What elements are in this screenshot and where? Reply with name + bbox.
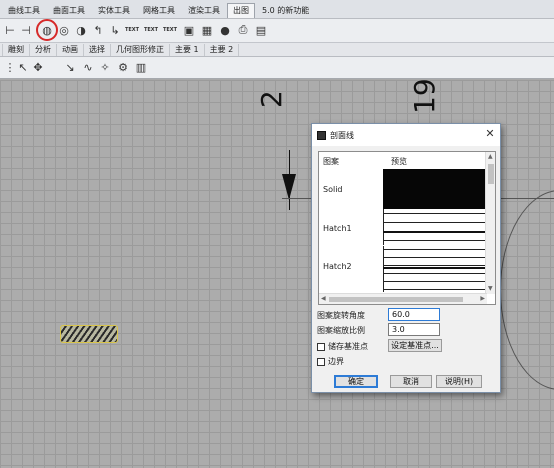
scroll-down-icon[interactable]: ▼ [488, 285, 493, 293]
hatched-rectangle[interactable] [60, 325, 118, 343]
scale-input[interactable]: 3.0 [388, 323, 440, 336]
list-item[interactable]: Hatch1 [323, 224, 352, 233]
column-header-preview: 预览 [391, 157, 407, 166]
store-base-point-row[interactable]: 储存基准点 [317, 341, 368, 352]
ribbon-tab[interactable]: 网格工具 [137, 3, 181, 18]
dimension-arrowhead [282, 174, 296, 200]
drafting-toolbar: ⊢ ⊣ ◍ ◎ ◑ ↰ ↳ TEXT TEXT TEXT ▣ ▦ ● ⎙ ▤ [0, 19, 554, 43]
print-icon[interactable]: ⎙ [235, 22, 251, 38]
column-header-pattern: 图案 [323, 157, 339, 166]
store-base-point-label: 储存基准点 [328, 342, 368, 351]
wand-icon[interactable]: ✧ [97, 59, 113, 75]
text-object-icon[interactable]: TEXT [162, 22, 178, 38]
secondary-toolbar: ⋮ ↖ ✥ ↘ ∿ ✧ ⚙ ▥ [0, 57, 554, 79]
sub-tab[interactable]: 雕刻 [2, 43, 30, 56]
pattern-preview-hatch2 [383, 246, 489, 292]
horizontal-scrollbar[interactable]: ◀ ▶ [319, 293, 487, 304]
dot-icon[interactable]: ● [217, 22, 233, 38]
pattern-preview-solid [383, 169, 489, 209]
table-icon[interactable]: ▦ [199, 22, 215, 38]
sub-tab[interactable]: 主要 2 [205, 43, 240, 56]
text-icon[interactable]: TEXT [124, 22, 140, 38]
hatch-edit-icon[interactable]: ◑ [73, 22, 89, 38]
callout-icon[interactable]: ↳ [107, 22, 123, 38]
toolbar-sub-tabs: 雕刻 分析 动画 选择 几何图形修正 主要 1 主要 2 [0, 43, 554, 57]
help-button[interactable]: 说明(H) [436, 375, 482, 388]
scroll-up-icon[interactable]: ▲ [488, 153, 493, 161]
analyze-icon[interactable]: ⚙ [115, 59, 131, 75]
dimension-value: 2 [255, 90, 288, 108]
scale-label: 图案缩放比例 [317, 326, 365, 335]
leader-icon[interactable]: ↰ [90, 22, 106, 38]
dimension-aligned-icon[interactable]: ⊣ [18, 22, 34, 38]
sub-tab[interactable]: 主要 1 [170, 43, 205, 56]
rotation-angle-input[interactable]: 60.0 [388, 308, 440, 321]
chart-icon[interactable]: ▥ [133, 59, 149, 75]
scroll-right-icon[interactable]: ▶ [480, 295, 485, 303]
list-item[interactable]: Hatch2 [323, 262, 352, 271]
pattern-preview-hatch1 [383, 209, 489, 245]
dimension-value: 19 [408, 80, 441, 114]
arrow-icon[interactable]: ↘ [62, 59, 78, 75]
sub-tab[interactable]: 动画 [57, 43, 84, 56]
rotation-label: 图案旋转角度 [317, 311, 365, 320]
ok-button[interactable]: 确定 [334, 375, 378, 388]
cancel-button[interactable]: 取消 [390, 375, 432, 388]
curve-arc [500, 190, 554, 390]
make-2d-icon[interactable]: ▣ [181, 22, 197, 38]
ribbon-tab[interactable]: 渲染工具 [182, 3, 226, 18]
scrollbar-thumb[interactable] [488, 164, 494, 184]
ribbon-tab-active[interactable]: 出图 [227, 3, 255, 18]
store-base-point-checkbox[interactable] [317, 342, 325, 351]
vertical-scrollbar[interactable]: ▲ ▼ [485, 152, 495, 294]
boundary-label: 边界 [328, 357, 344, 366]
dialog-titlebar[interactable]: 剖面线 ✕ [312, 124, 500, 146]
hatch-boundary-icon[interactable]: ◎ [56, 22, 72, 38]
set-base-point-button[interactable]: 设定基准点... [388, 339, 442, 352]
boundary-checkbox[interactable] [317, 357, 325, 366]
ribbon-tab[interactable]: 5.0 的新功能 [256, 3, 315, 18]
curve-icon[interactable]: ∿ [80, 59, 96, 75]
sub-tab[interactable]: 选择 [84, 43, 111, 56]
close-icon[interactable]: ✕ [484, 128, 496, 140]
pattern-preview-line [383, 231, 489, 233]
dimension-icon[interactable]: ⊢ [2, 22, 18, 38]
ribbon-tab[interactable]: 曲线工具 [2, 3, 46, 18]
boundary-row[interactable]: 边界 [317, 356, 344, 367]
hatch-pattern-list[interactable]: 图案 预览 Solid Hatch1 Hatch2 ▲ ▼ ◀ ▶ [318, 151, 496, 305]
pattern-preview-line [383, 267, 489, 269]
layout-icon[interactable]: ▤ [253, 22, 269, 38]
hatch-dialog: 剖面线 ✕ 图案 预览 Solid Hatch1 Hatch2 ▲ ▼ ◀ ▶ … [311, 123, 501, 393]
ribbon-tab-bar: 曲线工具 曲面工具 实体工具 网格工具 渲染工具 出图 5.0 的新功能 [0, 0, 554, 19]
sub-tab[interactable]: 分析 [30, 43, 57, 56]
dialog-title: 剖面线 [330, 130, 354, 140]
scrollbar-thumb[interactable] [329, 297, 463, 302]
ribbon-tab[interactable]: 实体工具 [92, 3, 136, 18]
list-item[interactable]: Solid [323, 185, 343, 194]
text-block-icon[interactable]: TEXT [143, 22, 159, 38]
app-icon [317, 130, 326, 140]
pan-icon[interactable]: ✥ [30, 59, 46, 75]
scroll-left-icon[interactable]: ◀ [321, 295, 326, 303]
select-icon[interactable]: ↖ [15, 59, 31, 75]
hatch-tool-highlight-circle [36, 19, 58, 41]
sub-tab[interactable]: 几何图形修正 [111, 43, 170, 56]
ribbon-tab[interactable]: 曲面工具 [47, 3, 91, 18]
